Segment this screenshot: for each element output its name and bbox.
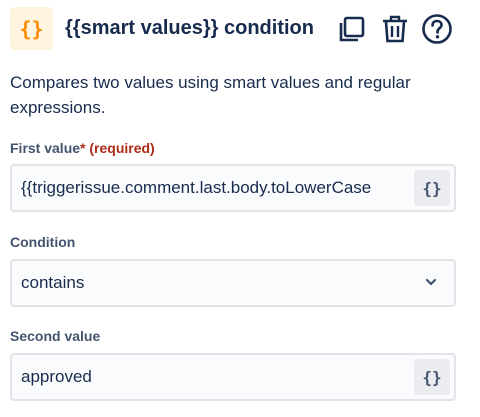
condition-select[interactable]: contains [10, 259, 456, 307]
first-value-label: First value* (required) [10, 140, 155, 156]
copy-button[interactable] [336, 12, 370, 46]
first-value-field[interactable]: {{triggerissue.comment.last.body.toLower… [10, 164, 456, 212]
trash-icon [383, 15, 407, 43]
panel-header: {} {{smart values}} condition [10, 6, 470, 50]
first-value-input[interactable]: {{triggerissue.comment.last.body.toLower… [21, 166, 407, 210]
condition-label: Condition [10, 234, 76, 250]
smart-values-icon: {} [10, 7, 53, 50]
panel-title: {{smart values}} condition [65, 17, 314, 39]
second-value-label: Second value [10, 328, 101, 344]
help-icon [422, 14, 452, 44]
copy-icon [339, 16, 365, 42]
smart-value-button-first[interactable]: {} [414, 170, 450, 206]
second-value-input[interactable]: approved [21, 355, 407, 399]
condition-selected-value: contains [21, 273, 85, 292]
smart-value-button-second[interactable]: {} [414, 359, 450, 395]
chevron-down-icon [425, 278, 437, 286]
required-marker: * [80, 140, 86, 156]
second-value-field[interactable]: approved {} [10, 353, 456, 401]
panel-description: Compares two values using smart values a… [10, 73, 411, 117]
delete-button[interactable] [378, 12, 412, 46]
required-text: (required) [89, 140, 155, 156]
help-button[interactable] [420, 12, 454, 46]
